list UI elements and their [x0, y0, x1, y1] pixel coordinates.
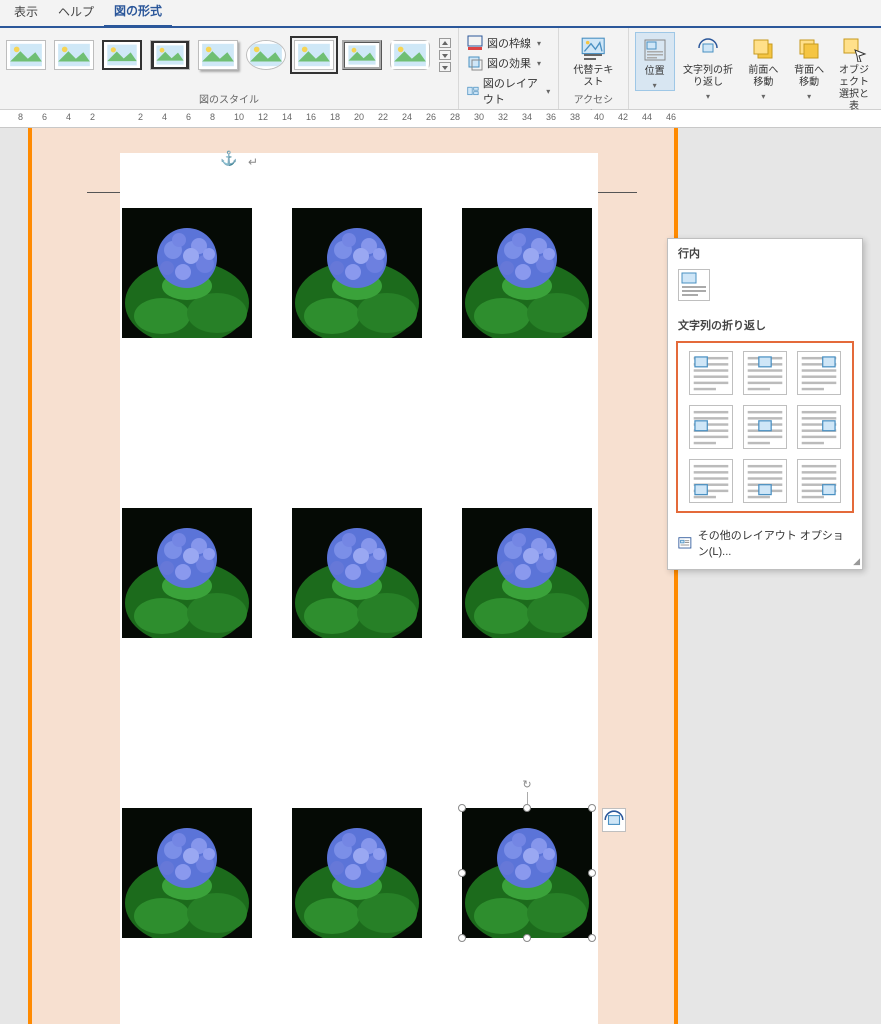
- resize-handle[interactable]: [458, 804, 466, 812]
- inserted-picture[interactable]: [462, 508, 592, 638]
- resize-handle[interactable]: [523, 804, 531, 812]
- pencil-icon: [467, 35, 483, 51]
- style-thumb-7[interactable]: [294, 40, 334, 70]
- dialog-icon: [678, 535, 692, 551]
- page-content: ⚓ ↵ ↻: [120, 153, 598, 1024]
- style-thumb-4[interactable]: [150, 40, 190, 70]
- position-inline-option[interactable]: [678, 269, 710, 301]
- alt-text-icon: [580, 36, 606, 62]
- tab-help[interactable]: ヘルプ: [48, 0, 104, 26]
- picture-effects-button[interactable]: 図の効果▾: [465, 54, 552, 72]
- resize-handle[interactable]: [458, 934, 466, 942]
- position-option-middle-left[interactable]: [689, 405, 733, 449]
- selection-pane-icon: [841, 36, 867, 62]
- inserted-picture[interactable]: [292, 508, 422, 638]
- resize-handle[interactable]: [588, 804, 596, 812]
- picture-styles-gallery[interactable]: [6, 32, 452, 72]
- anchor-icon: ⚓: [220, 150, 237, 167]
- dropdown-section-inline: 行内: [668, 239, 862, 265]
- selection-pane-button[interactable]: オブジェクト選択と表: [833, 32, 875, 113]
- bring-forward-icon: [750, 36, 776, 62]
- wrap-text-icon: [695, 36, 721, 62]
- resize-handle[interactable]: [523, 934, 531, 942]
- effects-icon: [467, 55, 483, 71]
- paragraph-mark-icon: ↵: [248, 155, 258, 169]
- gallery-more[interactable]: [438, 38, 452, 72]
- layout-icon: [467, 83, 479, 99]
- style-thumb-5[interactable]: [198, 40, 238, 70]
- position-option-top-center[interactable]: [743, 351, 787, 395]
- resize-handle[interactable]: [458, 869, 466, 877]
- position-icon: [642, 37, 668, 63]
- rotate-handle[interactable]: ↻: [519, 776, 535, 792]
- tab-picture-format[interactable]: 図の形式: [104, 0, 172, 28]
- position-wrap-grid: [676, 341, 854, 513]
- inserted-picture[interactable]: [292, 208, 422, 338]
- position-option-top-left[interactable]: [689, 351, 733, 395]
- wrap-text-button[interactable]: 文字列の折り返し▾: [677, 32, 740, 101]
- inserted-picture[interactable]: [122, 808, 252, 938]
- picture-layout-button[interactable]: 図のレイアウト▾: [465, 74, 552, 108]
- position-dropdown: 行内 文字列の折り返し その他のレイアウト オプション(L)... ◢: [667, 238, 863, 570]
- style-thumb-2[interactable]: [54, 40, 94, 70]
- dropdown-section-wrap: 文字列の折り返し: [668, 311, 862, 337]
- resize-handle[interactable]: [588, 934, 596, 942]
- tab-view[interactable]: 表示: [4, 0, 48, 26]
- inserted-picture[interactable]: [122, 208, 252, 338]
- position-button[interactable]: 位置▾: [635, 32, 675, 91]
- position-option-middle-center[interactable]: [743, 405, 787, 449]
- ribbon: 図のスタイル 図の枠線▾ 図の効果▾ 図のレイアウト▾ ↘ 代替テキスト アクセ…: [0, 28, 881, 110]
- position-option-top-right[interactable]: [797, 351, 841, 395]
- style-thumb-3[interactable]: [102, 40, 142, 70]
- inserted-picture[interactable]: [462, 208, 592, 338]
- page: ⚓ ↵ ↻: [28, 128, 678, 1024]
- inserted-picture[interactable]: [122, 508, 252, 638]
- style-thumb-8[interactable]: [342, 40, 382, 70]
- inserted-picture[interactable]: [292, 808, 422, 938]
- more-layout-options[interactable]: その他のレイアウト オプション(L)...: [668, 521, 862, 565]
- send-backward-button[interactable]: 背面へ移動▾: [787, 32, 831, 101]
- horizontal-ruler: 8642246810121416182022242628303234363840…: [0, 110, 881, 128]
- style-thumb-1[interactable]: [6, 40, 46, 70]
- alt-text-button[interactable]: 代替テキスト: [565, 32, 621, 89]
- picture-border-button[interactable]: 図の枠線▾: [465, 34, 552, 52]
- inserted-picture-selected[interactable]: ↻: [462, 808, 592, 938]
- ribbon-tabs: 表示 ヘルプ 図の形式: [0, 0, 881, 28]
- document-area[interactable]: ⚓ ↵ ↻: [0, 128, 881, 1024]
- send-backward-icon: [796, 36, 822, 62]
- position-option-bottom-center[interactable]: [743, 459, 787, 503]
- group-label-styles: 図のスタイル: [6, 89, 452, 109]
- resize-handle[interactable]: [588, 869, 596, 877]
- position-option-bottom-right[interactable]: [797, 459, 841, 503]
- layout-options-badge[interactable]: [602, 808, 626, 832]
- style-thumb-6[interactable]: [246, 40, 286, 70]
- position-option-bottom-left[interactable]: [689, 459, 733, 503]
- resize-grip-icon[interactable]: ◢: [853, 556, 860, 567]
- style-thumb-9[interactable]: [390, 40, 430, 70]
- position-option-middle-right[interactable]: [797, 405, 841, 449]
- bring-forward-button[interactable]: 前面へ移動▾: [741, 32, 785, 101]
